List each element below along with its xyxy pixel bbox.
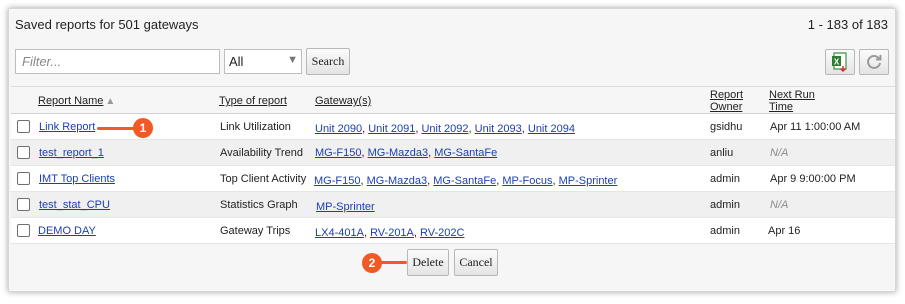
column-report-owner[interactable]: Report Owner xyxy=(710,89,743,113)
gateway-list: MG-F150, MG-Mazda3, MG-SantaFe xyxy=(315,147,498,159)
cancel-button[interactable]: Cancel xyxy=(454,249,498,276)
report-name-link[interactable]: DEMO DAY xyxy=(38,225,96,237)
reports-table: Report Name ▲ Type of report Gateway(s) R… xyxy=(11,86,895,244)
row-checkbox[interactable] xyxy=(17,224,30,237)
row-checkbox[interactable] xyxy=(17,172,30,185)
saved-reports-panel: Saved reports for 501 gateways 1 - 183 o… xyxy=(8,8,896,292)
column-gateways[interactable]: Gateway(s) xyxy=(315,95,371,107)
gateway-list: MG-F150, MG-Mazda3, MG-SantaFe, MP-Focus… xyxy=(314,175,618,187)
filter-input[interactable] xyxy=(15,49,220,74)
gateway-link[interactable]: MG-Mazda3 xyxy=(368,147,429,159)
callout-pointer-2 xyxy=(379,261,407,264)
gateway-link[interactable]: MP-Focus xyxy=(502,175,552,187)
report-type: Statistics Graph xyxy=(220,199,298,211)
row-checkbox[interactable] xyxy=(17,146,30,159)
delete-button[interactable]: Delete xyxy=(407,249,449,276)
report-type: Top Client Activity xyxy=(220,173,307,185)
report-type-select[interactable]: All ▼ xyxy=(224,49,302,74)
report-owner: admin xyxy=(710,225,740,237)
column-type[interactable]: Type of report xyxy=(219,95,287,107)
panel-title: Saved reports for 501 gateways xyxy=(15,17,199,32)
gateway-list: Unit 2090, Unit 2091, Unit 2092, Unit 20… xyxy=(315,123,575,135)
refresh-button[interactable] xyxy=(859,49,889,75)
search-button[interactable]: Search xyxy=(306,48,350,75)
gateway-link[interactable]: MG-F150 xyxy=(315,147,361,159)
gateway-link[interactable]: Unit 2091 xyxy=(368,123,415,135)
table-header: Report Name ▲ Type of report Gateway(s) R… xyxy=(11,86,895,114)
report-type: Gateway Trips xyxy=(220,225,291,237)
gateway-link[interactable]: MG-SantaFe xyxy=(433,175,496,187)
result-count: 1 - 183 of 183 xyxy=(807,17,888,32)
report-name-link[interactable]: IMT Top Clients xyxy=(39,173,115,185)
gateway-link[interactable]: MG-SantaFe xyxy=(434,147,497,159)
report-type: Link Utilization xyxy=(220,121,291,133)
next-run-time: Apr 16 xyxy=(768,225,801,237)
callout-pointer-1 xyxy=(97,127,137,130)
callout-badge-1: 1 xyxy=(133,118,153,138)
column-report-name[interactable]: Report Name ▲ xyxy=(38,95,115,108)
report-owner: admin xyxy=(710,199,740,211)
gateway-link[interactable]: RV-201A xyxy=(370,227,414,239)
excel-export-icon: X xyxy=(832,52,847,72)
gateway-link[interactable]: RV-202C xyxy=(420,227,464,239)
gateway-link[interactable]: Unit 2093 xyxy=(475,123,522,135)
table-row: IMT Top Clients Top Client Activity MG-F… xyxy=(11,166,895,192)
table-row: DEMO DAY Gateway Trips LX4-401A, RV-201A… xyxy=(11,218,895,244)
gateway-list: MP-Sprinter xyxy=(316,201,375,213)
column-next-run[interactable]: Next Run Time xyxy=(769,89,815,113)
next-run-time: Apr 11 1:00:00 AM xyxy=(770,121,861,133)
table-row: test_stat_CPU Statistics Graph MP-Sprint… xyxy=(11,192,895,218)
gateway-link[interactable]: MG-F150 xyxy=(314,175,360,187)
report-owner: gsidhu xyxy=(710,121,743,133)
gateway-link[interactable]: MG-Mazda3 xyxy=(367,175,428,187)
report-name-link[interactable]: Link Report xyxy=(39,121,95,133)
table-row: test_report_1 Availability Trend MG-F150… xyxy=(11,140,895,166)
report-owner: anliu xyxy=(710,147,734,159)
gateway-link[interactable]: Unit 2090 xyxy=(315,123,362,135)
report-owner: admin xyxy=(710,173,740,185)
next-run-time: N/A xyxy=(770,199,789,211)
report-type: Availability Trend xyxy=(220,147,303,159)
report-name-link[interactable]: test_report_1 xyxy=(39,147,104,159)
next-run-time: N/A xyxy=(770,147,789,159)
gateway-link[interactable]: MP-Sprinter xyxy=(316,201,375,213)
gateway-link[interactable]: MP-Sprinter xyxy=(559,175,618,187)
row-checkbox[interactable] xyxy=(17,198,30,211)
report-type-select-value: All xyxy=(229,54,244,69)
gateway-link[interactable]: LX4-401A xyxy=(315,227,364,239)
gateway-link[interactable]: Unit 2092 xyxy=(421,123,468,135)
chevron-down-icon: ▼ xyxy=(287,54,298,66)
svg-text:X: X xyxy=(834,58,840,67)
excel-export-button[interactable]: X xyxy=(825,49,855,75)
refresh-icon xyxy=(867,54,882,69)
next-run-time: Apr 9 9:00:00 PM xyxy=(770,173,856,185)
gateway-list: LX4-401A, RV-201A, RV-202C xyxy=(315,227,465,239)
gateway-link[interactable]: Unit 2094 xyxy=(528,123,575,135)
row-checkbox[interactable] xyxy=(17,120,30,133)
report-name-link[interactable]: test_stat_CPU xyxy=(39,199,110,211)
sort-ascending-icon: ▲ xyxy=(105,96,116,107)
